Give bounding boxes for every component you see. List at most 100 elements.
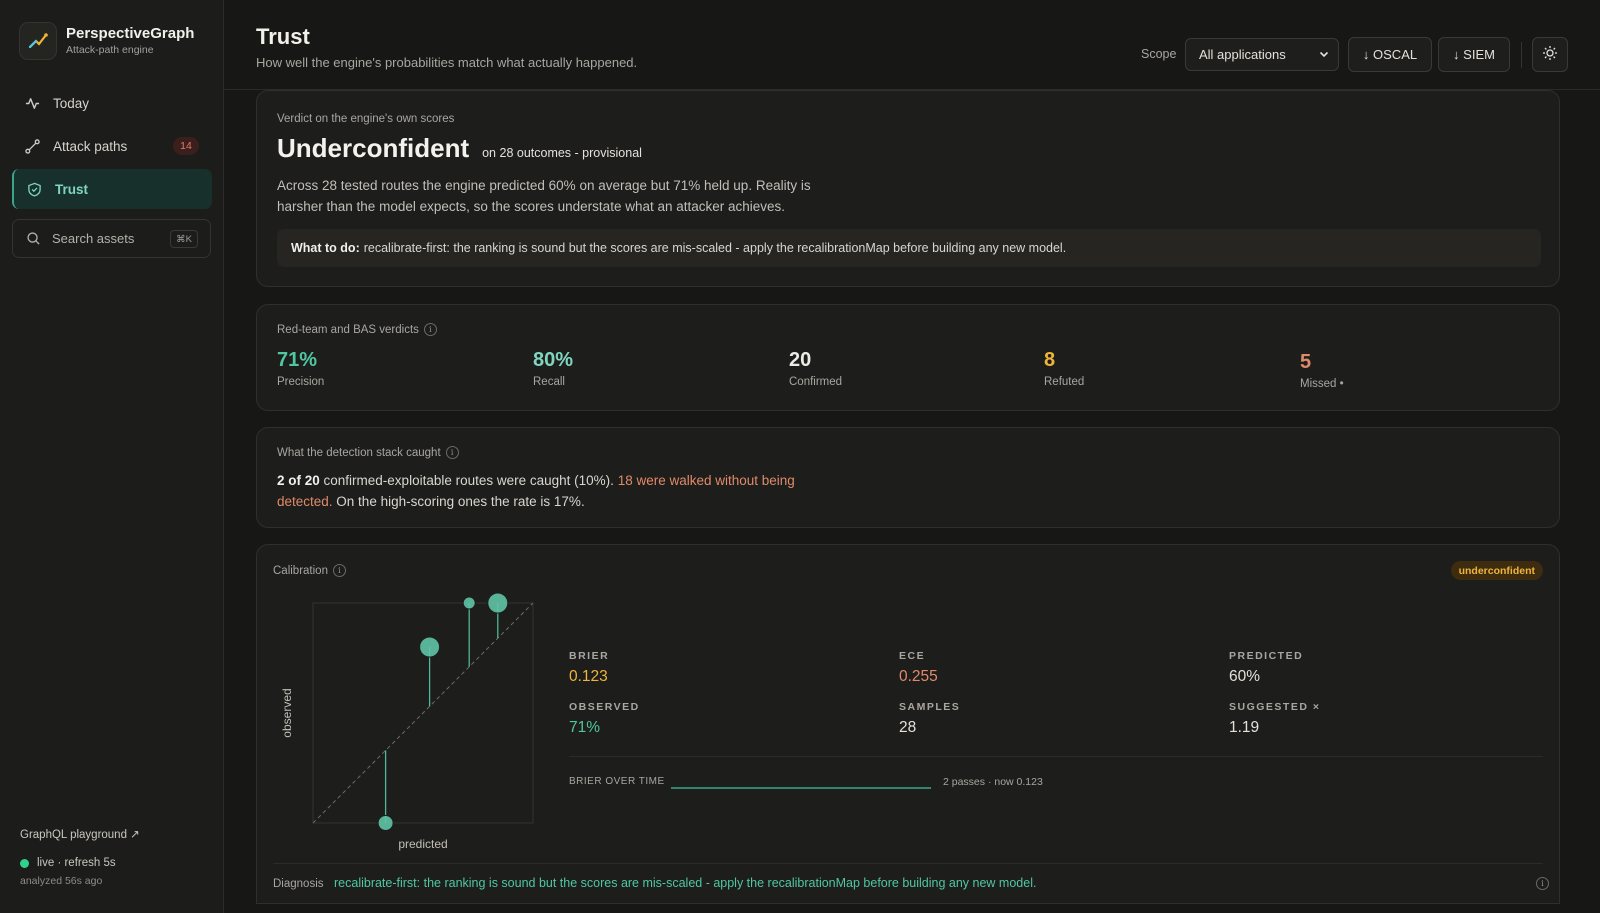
brier-over-time-label: BRIER OVER TIME <box>569 776 665 787</box>
calibration-point[interactable] <box>487 592 509 614</box>
stat-value: 20 <box>789 349 812 371</box>
metric-predicted: PREDICTED 60% <box>1229 650 1303 686</box>
stat-value: 80% <box>533 349 574 371</box>
metric-value: 1.19 <box>1229 719 1260 736</box>
diagnosis-label: Diagnosis <box>273 878 324 890</box>
metric-label: ECE <box>899 650 926 662</box>
brand[interactable]: PerspectiveGraph Attack-path engine <box>19 22 194 60</box>
metric-suggested-multiplier: SUGGESTED × 1.19 <box>1229 701 1320 737</box>
page-subtitle: How well the engine's probabilities matc… <box>256 55 638 70</box>
attack-paths-count-badge: 14 <box>173 137 199 155</box>
calibration-chart: predicted observed <box>280 592 534 851</box>
export-siem-button[interactable]: ↓ SIEM <box>1438 37 1510 72</box>
stat-label: Missed • <box>1300 378 1344 390</box>
scope-selected-value: All applications <box>1199 47 1286 62</box>
metric-label: OBSERVED <box>569 701 640 713</box>
stat-missed[interactable]: 5 Missed • <box>1300 351 1344 390</box>
graphql-playground-link[interactable]: GraphQL playground ↗ <box>20 827 140 841</box>
stat-value: 5 <box>1300 351 1312 373</box>
info-icon[interactable]: i <box>332 564 346 577</box>
sidebar-item-today[interactable]: Today <box>12 83 212 123</box>
stat-confirmed: 20 Confirmed <box>789 349 842 388</box>
redteam-label: Red-team and BAS verdicts <box>277 323 419 336</box>
metric-label: BRIER <box>569 650 610 662</box>
page-header: Trust How well the engine's probabilitie… <box>224 0 1600 90</box>
redteam-label-row: Red-team and BAS verdicts i <box>277 323 437 336</box>
chevron-down-icon <box>1318 48 1330 63</box>
stat-value: 8 <box>1044 349 1056 371</box>
metric-label: SAMPLES <box>899 701 961 713</box>
brier-sparkline <box>671 787 931 789</box>
metric-label: SUGGESTED × <box>1229 701 1321 713</box>
sidebar-footer: GraphQL playground ↗ live · refresh 5s a… <box>20 827 140 887</box>
what-to-do-callout: What to do: recalibrate-first: the ranki… <box>277 229 1541 267</box>
live-status-text: live · refresh 5s <box>37 857 116 869</box>
detection-summary: 2 of 20 confirmed-exploitable routes wer… <box>277 470 837 512</box>
metric-value: 0.255 <box>899 668 938 685</box>
brier-over-time-note: 2 passes · now 0.123 <box>943 776 1043 788</box>
detection-label: What the detection stack caught <box>277 446 441 459</box>
metric-value: 0.123 <box>569 668 608 685</box>
brand-subtitle: Attack-path engine <box>66 44 154 56</box>
header-divider <box>1521 42 1522 68</box>
metric-label: PREDICTED <box>1229 650 1304 662</box>
sidebar-item-label: Trust <box>55 181 89 197</box>
search-icon <box>26 231 42 246</box>
verdict-qualifier: on 28 outcomes - provisional <box>482 146 642 160</box>
info-icon[interactable]: i <box>1536 877 1549 890</box>
scope-select[interactable]: All applications <box>1185 38 1339 71</box>
activity-icon <box>25 95 41 111</box>
sidebar-item-trust[interactable]: Trust <box>12 169 212 209</box>
metric-value: 28 <box>899 719 917 736</box>
calibration-point[interactable] <box>377 815 394 831</box>
detection-alert: 18 were walked without being <box>617 473 795 488</box>
sun-icon <box>1542 45 1558 64</box>
brand-logo-icon <box>19 22 57 60</box>
live-status: live · refresh 5s <box>20 857 140 869</box>
live-status-dot-icon <box>20 858 29 868</box>
theme-toggle-button[interactable] <box>1532 37 1568 72</box>
stat-precision: 71% Precision <box>277 349 324 388</box>
detection-strong: 2 of 20 <box>277 473 320 488</box>
verdict-description: Across 28 tested routes the engine predi… <box>277 175 857 217</box>
calibration-point[interactable] <box>462 596 476 610</box>
brand-name: PerspectiveGraph <box>66 25 195 42</box>
shield-icon <box>27 181 43 197</box>
info-icon[interactable]: i <box>423 323 437 336</box>
verdict-title: Underconfident <box>277 133 470 163</box>
sidebar: PerspectiveGraph Attack-path engine Toda… <box>0 0 224 913</box>
scope-label: Scope <box>1141 47 1177 61</box>
sidebar-item-attack-paths[interactable]: Attack paths 14 <box>12 126 212 166</box>
what-to-do-text: recalibrate-first: the ranking is sound … <box>363 241 1067 255</box>
search-placeholder: Search assets <box>52 231 135 246</box>
x-axis-label: predicted <box>398 837 447 851</box>
calibration-card: Calibration i underconfident predicted o… <box>256 544 1560 904</box>
sidebar-item-label: Attack paths <box>53 138 128 154</box>
verdict-card: Verdict on the engine's own scores Under… <box>256 90 1560 287</box>
analyzed-timestamp: analyzed 56s ago <box>20 875 103 887</box>
page-title: Trust <box>256 24 310 49</box>
stat-value: 71% <box>277 349 318 371</box>
stat-recall: 80% Recall <box>533 349 573 388</box>
sidebar-item-label: Today <box>53 95 90 111</box>
calibration-point[interactable] <box>419 636 441 658</box>
diagnosis-text: recalibrate-first: the ranking is sound … <box>334 876 1037 890</box>
perfect-calibration-line <box>312 602 534 824</box>
route-icon <box>25 138 41 154</box>
metric-value: 71% <box>569 719 601 736</box>
metric-samples: SAMPLES 28 <box>899 701 960 737</box>
search-assets-input[interactable]: Search assets ⌘K <box>12 219 211 258</box>
info-icon[interactable]: i <box>445 446 459 459</box>
export-oscal-button[interactable]: ↓ OSCAL <box>1348 37 1432 72</box>
y-axis-label: observed <box>280 688 294 737</box>
divider <box>569 756 1543 757</box>
verdict-label: Verdict on the engine's own scores <box>277 113 455 125</box>
metric-observed: OBSERVED 71% <box>569 701 640 737</box>
calibration-status-badge: underconfident <box>1450 561 1543 580</box>
stat-label: Precision <box>277 376 325 388</box>
sidebar-nav: Today Attack paths 14 Trust <box>12 83 212 212</box>
stat-label: Recall <box>533 376 565 388</box>
what-to-do-label: What to do: <box>291 241 360 255</box>
divider <box>273 863 1543 864</box>
stat-label: Confirmed <box>789 376 843 388</box>
